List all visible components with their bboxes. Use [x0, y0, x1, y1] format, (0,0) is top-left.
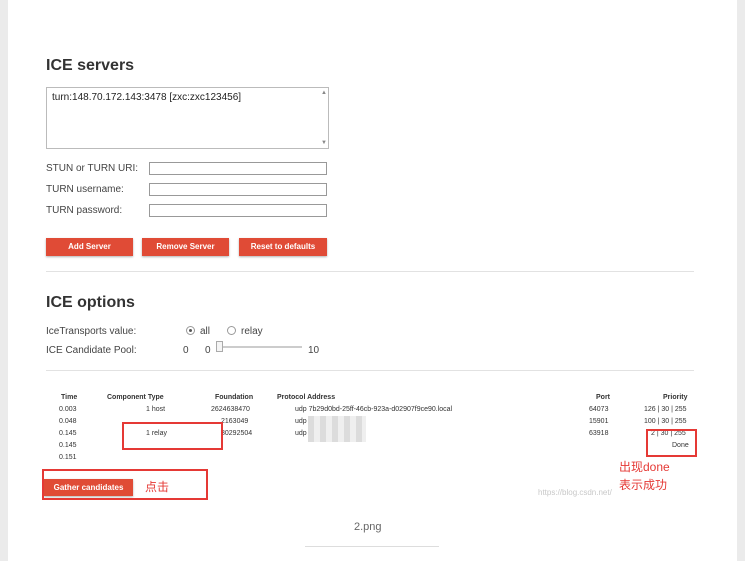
- done-annotation-line2: 表示成功: [619, 478, 668, 492]
- col-time: Time: [61, 394, 78, 401]
- turn-username-input[interactable]: [149, 183, 327, 196]
- pool-slider-thumb[interactable]: [216, 341, 223, 352]
- caption-underline: [305, 546, 439, 547]
- section-divider: [46, 271, 694, 272]
- scroll-up-icon[interactable]: ▲: [321, 90, 327, 96]
- done-annotation-line1: 出现done: [619, 460, 670, 474]
- gather-highlight-box: [42, 469, 208, 500]
- cell-time: 0.145: [59, 430, 77, 437]
- cell-time: 0.151: [59, 454, 77, 461]
- cell-priority: 126 | 30 | 255: [644, 406, 687, 413]
- page: ICE servers turn:148.70.172.143:3478 [zx…: [8, 0, 737, 561]
- cell-protocol-address: udp: [295, 418, 307, 425]
- remove-server-button[interactable]: Remove Server: [142, 238, 229, 256]
- stun-uri-label: STUN or TURN URI:: [46, 163, 139, 174]
- transport-all-label: all: [200, 326, 211, 337]
- turn-password-input[interactable]: [149, 204, 327, 217]
- turn-password-label: TURN password:: [46, 205, 123, 216]
- transport-relay-radio[interactable]: [227, 326, 236, 335]
- cell-time: 0.145: [59, 442, 77, 449]
- col-protocol-address: Protocol Address: [277, 394, 336, 401]
- ice-transports-label: IceTransports value:: [46, 326, 137, 337]
- pool-max: 10: [308, 345, 320, 356]
- cell-time: 0.003: [59, 406, 77, 413]
- cell-component-type: 1 host: [146, 406, 166, 413]
- ice-candidate-pool-label: ICE Candidate Pool:: [46, 345, 137, 356]
- cell-foundation: 2163049: [221, 418, 249, 425]
- ice-options-title: ICE options: [46, 294, 135, 311]
- done-highlight-box: [646, 429, 697, 457]
- scroll-down-icon[interactable]: ▼: [321, 140, 327, 146]
- redacted-address: [308, 416, 366, 442]
- ice-servers-listbox[interactable]: turn:148.70.172.143:3478 [zxc:zxc123456]…: [46, 87, 329, 149]
- col-component-type: Component Type: [107, 394, 164, 401]
- ice-servers-title: ICE servers: [46, 57, 135, 74]
- cell-protocol-address: udp: [295, 430, 307, 437]
- cell-foundation: 80292504: [221, 430, 253, 437]
- ice-server-option[interactable]: turn:148.70.172.143:3478 [zxc:zxc123456]: [52, 92, 241, 103]
- click-annotation: 点击: [145, 480, 170, 494]
- cell-foundation: 2624638470: [211, 406, 250, 413]
- relay-highlight-box: [122, 422, 223, 450]
- image-caption: 2.png: [354, 521, 382, 533]
- turn-username-label: TURN username:: [46, 184, 124, 195]
- cell-priority: 100 | 30 | 255: [644, 418, 687, 425]
- stun-uri-input[interactable]: [149, 162, 327, 175]
- section-divider: [46, 370, 694, 371]
- reset-defaults-button[interactable]: Reset to defaults: [239, 238, 327, 256]
- transport-all-radio[interactable]: [186, 326, 195, 335]
- cell-port: 63918: [589, 430, 609, 437]
- cell-protocol-address: udp 7b29d0bd-25ff-46cb-923a-d02907f9ce90…: [295, 406, 453, 413]
- add-server-button[interactable]: Add Server: [46, 238, 133, 256]
- pool-slider-track[interactable]: [216, 346, 302, 348]
- transport-relay-label: relay: [241, 326, 263, 337]
- col-foundation: Foundation: [215, 394, 254, 401]
- col-priority: Priority: [663, 394, 688, 401]
- cell-time: 0.048: [59, 418, 77, 425]
- pool-min: 0: [205, 345, 211, 356]
- col-port: Port: [596, 394, 610, 401]
- pool-value: 0: [183, 345, 189, 356]
- watermark: https://blog.csdn.net/: [538, 488, 612, 497]
- cell-port: 15901: [589, 418, 609, 425]
- cell-port: 64073: [589, 406, 609, 413]
